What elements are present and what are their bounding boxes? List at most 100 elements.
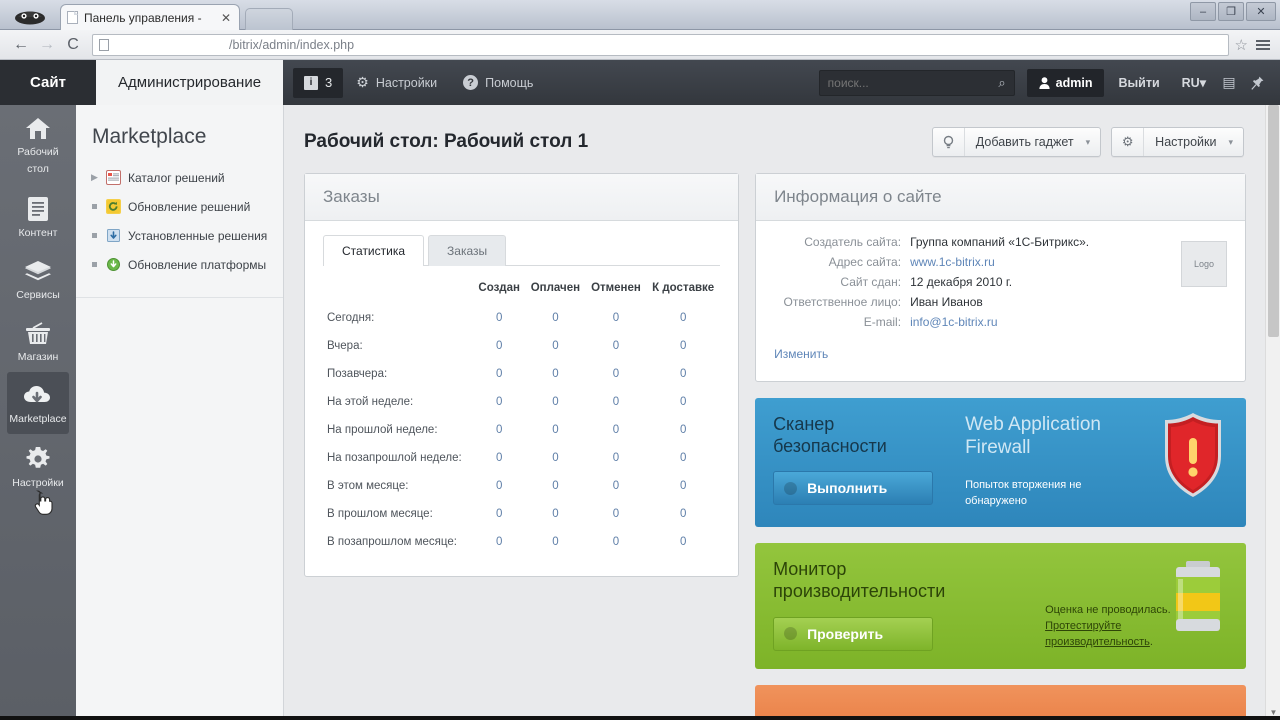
third-promo-panel	[755, 685, 1246, 717]
section-menu-title: Marketplace	[92, 125, 207, 148]
notifications-badge[interactable]: i 3	[293, 67, 344, 98]
dashboard-columns: Заказы Статистика Заказы Создан Оплачен …	[284, 157, 1266, 717]
tab-administration[interactable]: Администрирование	[96, 60, 284, 105]
catalog-icon	[106, 170, 121, 185]
home-icon	[25, 117, 51, 141]
menu-item-solutions-update[interactable]: Обновление решений	[76, 192, 283, 221]
table-row: На позапрошлой неделе: 0 0 0 0	[323, 444, 720, 472]
minimize-icon[interactable]: –	[1190, 2, 1216, 21]
topbar-help-link[interactable]: ? Помощь	[450, 60, 546, 105]
user-menu-button[interactable]: admin	[1026, 68, 1105, 97]
site-info-key: Создатель сайта:	[804, 235, 902, 249]
performance-title-2: производительности	[773, 581, 946, 602]
row-value: 0	[552, 368, 559, 380]
row-label: На прошлой неделе:	[327, 424, 438, 436]
table-row: На прошлой неделе: 0 0 0 0	[323, 416, 720, 444]
language-selector[interactable]: RU▾	[1174, 75, 1214, 90]
site-info-value[interactable]: www.1c-bitrix.ru	[910, 255, 995, 269]
search-box[interactable]: ⌕	[818, 69, 1015, 96]
search-input[interactable]	[827, 75, 999, 90]
row-value: 0	[680, 452, 687, 464]
bookmark-star-icon[interactable]: ☆	[1235, 36, 1248, 54]
address-bar[interactable]: /bitrix/admin/index.php	[92, 33, 1229, 56]
close-icon[interactable]: ✕	[219, 11, 233, 25]
sidebar-item-services[interactable]: Сервисы	[7, 248, 69, 310]
site-info-key: Сайт сдан:	[840, 275, 902, 289]
sidebar-item-marketplace[interactable]: Marketplace	[7, 372, 69, 435]
row-value: 0	[552, 452, 559, 464]
sidebar-item-content-label: Контент	[18, 227, 58, 240]
tab-statistics[interactable]: Статистика	[323, 235, 425, 266]
row-label: На этой неделе:	[327, 396, 414, 408]
logout-link[interactable]: Выйти	[1106, 76, 1171, 90]
forward-icon[interactable]: →	[34, 33, 60, 57]
topbar-right-group: ⌕ admin Выйти RU▾ ▤	[818, 60, 1280, 105]
browser-logo-icon	[10, 4, 50, 26]
performance-monitor-panel: Монитор производительности Проверить Оце…	[755, 543, 1246, 670]
sidebar-item-content[interactable]: Контент	[7, 184, 69, 248]
keyboard-icon[interactable]: ▤	[1216, 72, 1242, 94]
page-header: Рабочий стол: Рабочий стол 1 Добавить га…	[284, 105, 1266, 157]
menu-item-label: Обновление решений	[128, 199, 251, 214]
performance-test-link-2[interactable]: производительность	[1045, 636, 1150, 648]
site-info-value[interactable]: info@1c-bitrix.ru	[910, 315, 998, 329]
scrollbar-thumb[interactable]	[1268, 105, 1279, 337]
row-value: 0	[495, 536, 503, 548]
refresh-yellow-icon	[106, 199, 121, 214]
row-value: 0	[612, 508, 620, 520]
sidebar-item-settings[interactable]: Настройки	[7, 434, 69, 498]
menu-item-platform-update[interactable]: Обновление платформы	[76, 250, 283, 279]
page-scrollbar[interactable]: ▲ ▼	[1265, 105, 1280, 720]
site-info-edit-link[interactable]: Изменить	[774, 347, 828, 361]
chevron-down-icon[interactable]: ▾	[1084, 137, 1101, 148]
bullet-icon	[90, 204, 99, 209]
security-scanner-run-button[interactable]: Выполнить	[773, 471, 934, 506]
site-info-value-link[interactable]: www.1c-bitrix.ru	[910, 255, 995, 269]
chevron-down-icon[interactable]: ▾	[1226, 137, 1243, 148]
col-created: Создан	[478, 282, 520, 294]
cloud-download-icon	[23, 384, 53, 408]
row-value: 0	[552, 340, 559, 352]
search-icon[interactable]: ⌕	[998, 75, 1005, 91]
download-green-icon	[106, 257, 121, 272]
button-knob-icon	[784, 627, 798, 641]
add-gadget-button[interactable]: Добавить гаджет ▾	[931, 127, 1102, 157]
sidebar-item-services-label: Сервисы	[16, 289, 60, 302]
dashboard-settings-button[interactable]: ⚙ Настройки ▾	[1111, 127, 1244, 157]
sidebar-item-desktop[interactable]: Рабочий стол	[7, 105, 69, 184]
maximize-icon[interactable]: ❐	[1218, 2, 1244, 21]
site-info-row: Сайт сдан: 12 декабря 2010 г.	[774, 275, 1173, 289]
chevron-right-icon[interactable]: ▶	[90, 172, 99, 183]
menu-item-installed-solutions[interactable]: Установленные решения	[76, 221, 283, 250]
pin-icon[interactable]	[1244, 72, 1270, 94]
notifications-count: 3	[325, 75, 333, 90]
orders-statistics-body: Сегодня: 0 0 0 0 Вчера: 0 0 0 0 Позавчера: 0 0 0 0 На э…	[323, 304, 720, 556]
performance-test-link-1[interactable]: Протестируйте	[1045, 620, 1121, 632]
browser-menu-icon[interactable]	[1256, 39, 1270, 50]
row-value: 0	[552, 536, 559, 548]
row-label: В позапрошлом месяце:	[327, 536, 457, 548]
site-button[interactable]: Сайт	[0, 60, 96, 105]
tab-orders[interactable]: Заказы	[428, 235, 507, 266]
reload-icon[interactable]: C	[60, 33, 86, 57]
browser-tab[interactable]: Панель управления - ✕	[60, 4, 240, 30]
bullet-icon	[90, 233, 99, 238]
col-paid: Оплачен	[530, 282, 581, 294]
menu-item-solutions-catalog[interactable]: ▶ Каталог решений	[76, 163, 283, 192]
info-icon: i	[304, 75, 319, 90]
back-icon[interactable]: ←	[8, 33, 34, 57]
window-close-icon[interactable]: ✕	[1246, 2, 1276, 21]
row-value: 0	[552, 312, 559, 324]
performance-check-button[interactable]: Проверить	[773, 616, 934, 651]
new-tab-button[interactable]	[245, 8, 293, 30]
site-info-value-link[interactable]: info@1c-bitrix.ru	[910, 315, 998, 329]
sidebar-item-shop[interactable]: Магазин	[7, 310, 69, 372]
performance-check-label: Проверить	[807, 625, 884, 642]
row-value: 0	[612, 424, 620, 436]
site-info-edit[interactable]: Изменить	[774, 347, 1227, 361]
content-area: Рабочий стол: Рабочий стол 1 Добавить га…	[284, 105, 1266, 717]
row-value: 0	[612, 312, 620, 324]
topbar-settings-link[interactable]: ⚙ Настройки	[343, 60, 450, 105]
table-row: Вчера: 0 0 0 0	[323, 332, 720, 360]
site-logo-placeholder: Logo	[1181, 241, 1227, 287]
